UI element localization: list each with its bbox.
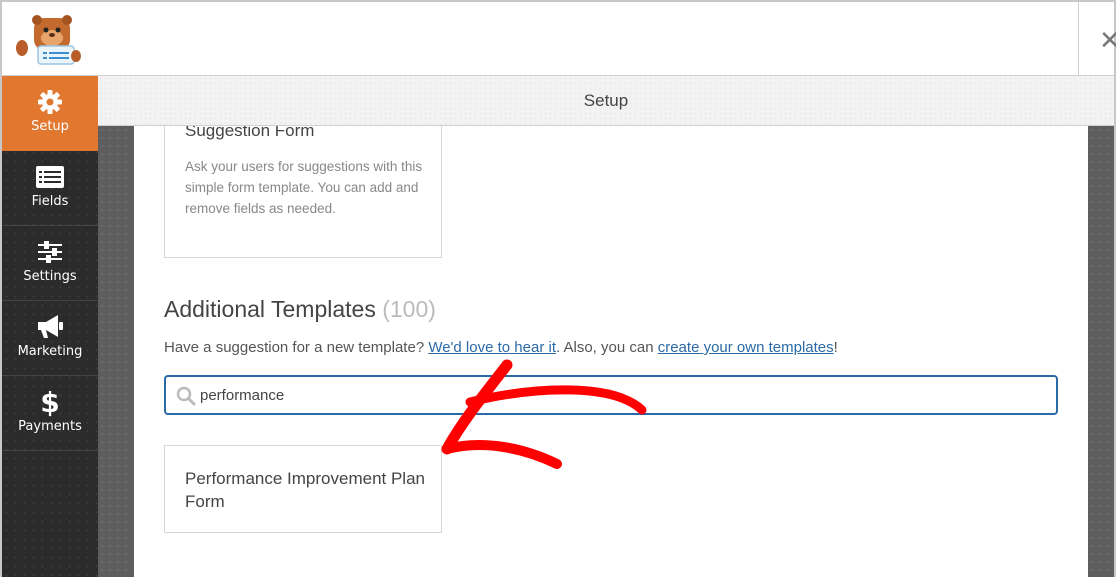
- sidebar-item-settings[interactable]: Settings: [2, 226, 98, 301]
- sidebar: Setup Fields Settings Marketing $ Paymen…: [2, 76, 98, 577]
- template-card-suggestion[interactable]: Suggestion Form Ask your users for sugge…: [164, 126, 442, 258]
- suggest-template-link[interactable]: We'd love to hear it: [428, 339, 556, 356]
- scrollbar[interactable]: [1088, 126, 1114, 577]
- sidebar-item-label: Marketing: [17, 344, 83, 359]
- search-icon: [176, 386, 196, 406]
- template-search[interactable]: [164, 375, 1058, 415]
- template-card-performance-improvement[interactable]: Performance Improvement Plan Form: [164, 445, 442, 533]
- sidebar-item-label: Payments: [18, 419, 82, 434]
- sidebar-item-fields[interactable]: Fields: [2, 151, 98, 226]
- dollar-icon: $: [40, 385, 60, 419]
- additional-templates-description: Have a suggestion for a new template? We…: [164, 339, 838, 356]
- sidebar-item-payments[interactable]: $ Payments: [2, 376, 98, 451]
- template-card-description: Ask your users for suggestions with this…: [185, 159, 423, 216]
- megaphone-icon: [35, 313, 65, 341]
- panel-gutter-left: [98, 126, 134, 577]
- gear-icon: [35, 88, 65, 116]
- sidebar-item-marketing[interactable]: Marketing: [2, 301, 98, 376]
- close-button[interactable]: ✕: [1078, 2, 1116, 76]
- template-card-title: Suggestion Form: [185, 126, 315, 140]
- template-card-title: Performance Improvement Plan Form: [185, 469, 425, 511]
- wpforms-bear-logo: [12, 12, 84, 66]
- templates-panel: Suggestion Form Ask your users for sugge…: [134, 126, 1088, 577]
- heading-text: Additional Templates: [164, 296, 376, 322]
- sidebar-item-label: Settings: [23, 269, 77, 284]
- sidebar-item-label: Setup: [31, 119, 69, 134]
- sidebar-item-setup[interactable]: Setup: [2, 76, 98, 151]
- sidebar-item-label: Fields: [31, 194, 69, 209]
- desc-text: . Also, you can: [555, 339, 658, 356]
- desc-text: Have a suggestion for a new template?: [164, 339, 429, 356]
- top-bar: ✕: [2, 2, 1116, 76]
- additional-templates-heading: Additional Templates (100): [164, 296, 436, 323]
- close-icon[interactable]: ✕: [1099, 26, 1116, 56]
- template-count: (100): [382, 296, 436, 322]
- desc-text: !: [833, 339, 838, 356]
- create-templates-link[interactable]: create your own templates: [658, 339, 834, 356]
- list-icon: [35, 163, 65, 191]
- sliders-icon: [35, 238, 65, 266]
- search-input[interactable]: [200, 383, 1040, 407]
- page-title: Setup: [98, 76, 1114, 126]
